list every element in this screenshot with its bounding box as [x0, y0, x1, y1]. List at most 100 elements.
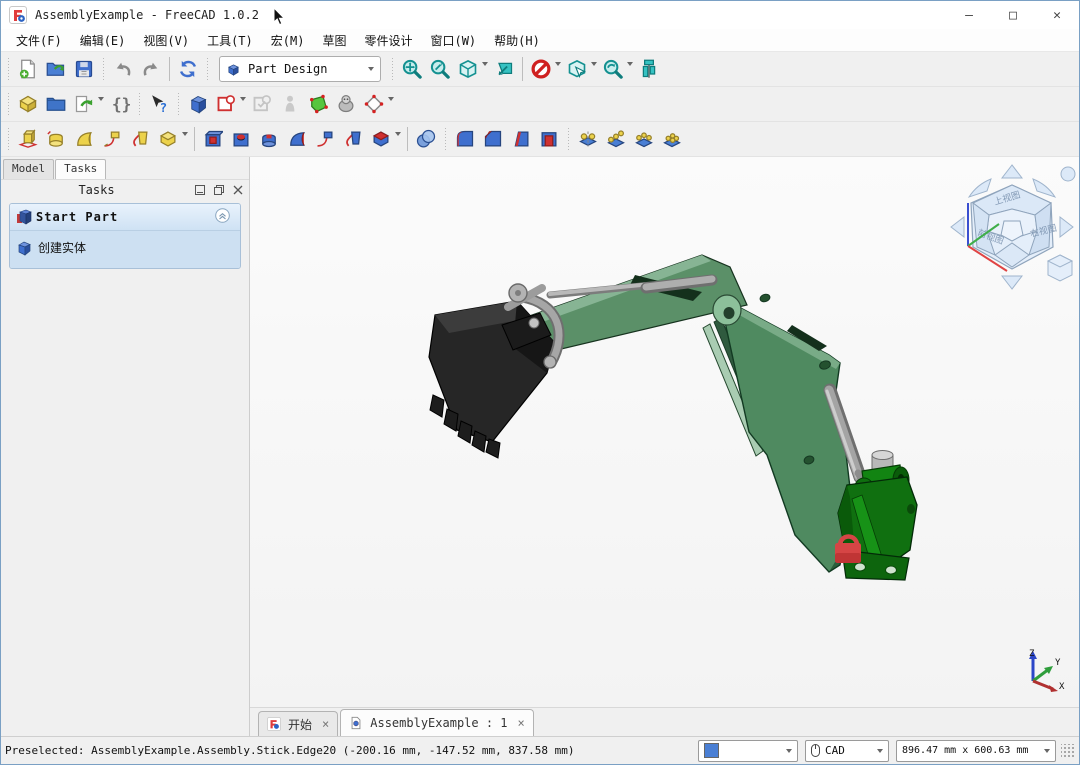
navcube-rotate-ccw[interactable] [969, 179, 991, 197]
tab-close-icon[interactable]: × [322, 717, 329, 731]
revolution-button[interactable] [42, 125, 70, 153]
menu-tools[interactable]: 工具(T) [198, 30, 262, 51]
resize-grip[interactable] [1061, 744, 1075, 758]
polar-pattern-button[interactable] [630, 125, 658, 153]
zoom-selection-button[interactable] [426, 55, 454, 83]
start-part-header[interactable]: Start Part [10, 204, 240, 231]
fillet-button[interactable] [451, 125, 479, 153]
dimension-dropdown[interactable]: 896.47 mm x 600.63 mm [896, 740, 1056, 762]
draw-style-button[interactable] [563, 55, 591, 83]
navcube-mini-cube[interactable] [1048, 255, 1072, 281]
minimize-button[interactable]: – [947, 1, 991, 29]
additive-primitive-button[interactable] [154, 125, 182, 153]
navcube-circle-button[interactable] [1061, 167, 1075, 181]
zoom-fit-all-button[interactable] [398, 55, 426, 83]
create-part-button[interactable] [14, 90, 42, 118]
navcube-arrow-right[interactable] [1060, 217, 1073, 237]
navcube-arrow-up[interactable] [1002, 165, 1022, 178]
panel-tab-model[interactable]: Model [3, 159, 54, 179]
select-face-button[interactable] [304, 90, 332, 118]
subtractive-primitive-button[interactable] [367, 125, 395, 153]
collapse-chevron-icon[interactable] [215, 208, 234, 226]
3d-viewport[interactable]: 上视图 前视图 右视图 [250, 157, 1079, 707]
color-dropdown[interactable] [698, 740, 798, 762]
expression-button[interactable]: {} [106, 90, 134, 118]
additive-pipe-button[interactable] [98, 125, 126, 153]
save-button[interactable] [70, 55, 98, 83]
create-solid-item[interactable]: 创建实体 [16, 239, 234, 256]
menu-view[interactable]: 视图(V) [134, 30, 198, 51]
shape-binder-button[interactable] [332, 90, 360, 118]
panel-tab-tasks[interactable]: Tasks [55, 159, 106, 179]
toolbar-grip[interactable] [6, 93, 11, 115]
menu-file[interactable]: 文件(F) [7, 30, 71, 51]
axonometric-button[interactable] [454, 55, 482, 83]
create-group-button[interactable] [42, 90, 70, 118]
toolbar-grip[interactable] [6, 128, 11, 150]
maximize-button[interactable]: □ [991, 1, 1035, 29]
clipping-button[interactable] [527, 55, 555, 83]
toolbar-grip[interactable] [205, 58, 210, 80]
menu-help[interactable]: 帮助(H) [485, 30, 549, 51]
toolbar-grip[interactable] [6, 58, 11, 80]
undo-button[interactable] [109, 55, 137, 83]
navigation-cube[interactable]: 上视图 前视图 右视图 [947, 163, 1077, 295]
toolbar-grip[interactable] [137, 93, 142, 115]
mirrored-button[interactable] [574, 125, 602, 153]
box-zoom-button[interactable] [490, 55, 518, 83]
panel-close-icon[interactable] [230, 182, 246, 198]
refresh-button[interactable] [174, 55, 202, 83]
menu-edit[interactable]: 编辑(E) [71, 30, 135, 51]
chevron-down-icon[interactable] [395, 132, 401, 136]
measure-button[interactable] [635, 55, 663, 83]
boolean-button[interactable] [412, 125, 440, 153]
mdi-tab-1[interactable]: AssemblyExample : 1× [340, 709, 534, 736]
create-body-button[interactable] [184, 90, 212, 118]
chevron-down-icon[interactable] [388, 97, 394, 101]
open-button[interactable] [42, 55, 70, 83]
chamfer-button[interactable] [479, 125, 507, 153]
chevron-down-icon[interactable] [555, 62, 561, 66]
pocket-button[interactable] [199, 125, 227, 153]
close-button[interactable]: ✕ [1035, 1, 1079, 29]
boom-plate[interactable] [725, 305, 852, 572]
redo-button[interactable] [137, 55, 165, 83]
chevron-down-icon[interactable] [482, 62, 488, 66]
panel-minimize-icon[interactable] [192, 182, 208, 198]
chevron-down-icon[interactable] [591, 62, 597, 66]
mdi-tab-0[interactable]: 开始× [258, 711, 338, 736]
thickness-button[interactable] [535, 125, 563, 153]
chevron-down-icon[interactable] [240, 97, 246, 101]
additive-loft-button[interactable] [70, 125, 98, 153]
menu-sketch[interactable]: 草图 [313, 30, 355, 51]
toolbar-grip[interactable] [101, 58, 106, 80]
multi-transform-button[interactable] [658, 125, 686, 153]
panel-float-icon[interactable] [211, 182, 227, 198]
make-link-button[interactable] [70, 90, 98, 118]
new-document-button[interactable] [14, 55, 42, 83]
toolbar-grip[interactable] [443, 128, 448, 150]
chevron-down-icon[interactable] [98, 97, 104, 101]
menu-macro[interactable]: 宏(M) [262, 30, 314, 51]
toolbar-grip[interactable] [390, 58, 395, 80]
toolbar-grip[interactable] [176, 93, 181, 115]
chevron-down-icon[interactable] [627, 62, 633, 66]
linear-pattern-button[interactable] [602, 125, 630, 153]
navcube-rotate-cw[interactable] [1033, 179, 1055, 197]
menu-window[interactable]: 窗口(W) [421, 30, 485, 51]
groove-button[interactable] [255, 125, 283, 153]
navigation-style-dropdown[interactable]: CAD [805, 740, 889, 762]
whats-this-button[interactable]: ? [145, 90, 173, 118]
subtractive-pipe-button[interactable] [311, 125, 339, 153]
create-sketch-button[interactable] [212, 90, 240, 118]
hole-button[interactable] [227, 125, 255, 153]
subtractive-helix-button[interactable] [339, 125, 367, 153]
navcube-arrow-down[interactable] [1002, 276, 1022, 289]
create-datum-button[interactable] [360, 90, 388, 118]
workbench-selector[interactable]: Part Design [219, 56, 381, 82]
zoom-tools-button[interactable] [599, 55, 627, 83]
subtractive-loft-button[interactable] [283, 125, 311, 153]
chevron-down-icon[interactable] [182, 132, 188, 136]
toolbar-grip[interactable] [566, 128, 571, 150]
menu-part-design[interactable]: 零件设计 [355, 30, 421, 51]
